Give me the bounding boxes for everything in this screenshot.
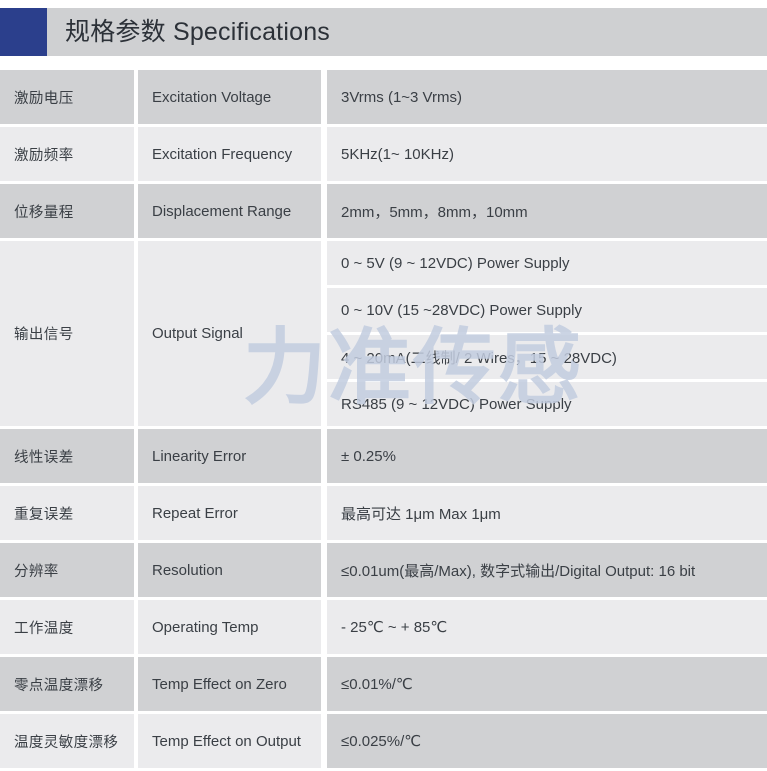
spec-value: 3Vrms (1~3 Vrms): [327, 70, 767, 124]
spec-label-en: Temp Effect on Zero: [138, 657, 321, 711]
spec-value: 4 ~ 20mA(二线制/ 2 Wires，15 ~ 28VDC): [327, 335, 767, 379]
spec-label-en: Displacement Range: [138, 184, 321, 238]
spec-value: ≤0.025%/℃: [327, 714, 767, 768]
spec-label-en: Repeat Error: [138, 486, 321, 540]
table-row: 工作温度 Operating Temp - 25℃ ~ + 85℃: [0, 600, 767, 654]
spec-value: RS485 (9 ~ 12VDC) Power Supply: [327, 382, 767, 426]
spec-label-cn: 激励频率: [0, 127, 134, 181]
table-row: 激励频率 Excitation Frequency 5KHz(1~ 10KHz): [0, 127, 767, 181]
table-row: 重复误差 Repeat Error 最高可达 1μm Max 1μm: [0, 486, 767, 540]
spec-label-en: Excitation Voltage: [138, 70, 321, 124]
table-row: 位移量程 Displacement Range 2mm，5mm，8mm，10mm: [0, 184, 767, 238]
spec-value: 5KHz(1~ 10KHz): [327, 127, 767, 181]
spec-label-cn: 线性误差: [0, 429, 134, 483]
spec-value: 2mm，5mm，8mm，10mm: [327, 184, 767, 238]
spec-label-en: Temp Effect on Output: [138, 714, 321, 768]
spec-value: 0 ~ 10V (15 ~28VDC) Power Supply: [327, 288, 767, 332]
spec-label-cn: 分辨率: [0, 543, 134, 597]
specifications-table: 激励电压 Excitation Voltage 3Vrms (1~3 Vrms)…: [0, 70, 767, 771]
table-row: 线性误差 Linearity Error ± 0.25%: [0, 429, 767, 483]
spec-label-en: Output Signal: [138, 241, 321, 426]
spec-value: ≤0.01um(最高/Max), 数字式输出/Digital Output: 1…: [327, 543, 767, 597]
spec-label-en: Operating Temp: [138, 600, 321, 654]
spec-label-cn: 零点温度漂移: [0, 657, 134, 711]
table-row: 零点温度漂移 Temp Effect on Zero ≤0.01%/℃: [0, 657, 767, 711]
table-row-output-signal: 输出信号 Output Signal 0 ~ 5V (9 ~ 12VDC) Po…: [0, 241, 767, 426]
output-signal-values: 0 ~ 5V (9 ~ 12VDC) Power Supply 0 ~ 10V …: [327, 241, 767, 426]
spec-label-en: Excitation Frequency: [138, 127, 321, 181]
header-accent-block: [0, 8, 47, 56]
table-row: 激励电压 Excitation Voltage 3Vrms (1~3 Vrms): [0, 70, 767, 124]
table-row: 分辨率 Resolution ≤0.01um(最高/Max), 数字式输出/Di…: [0, 543, 767, 597]
spec-value: ± 0.25%: [327, 429, 767, 483]
output-signal-labels: 输出信号 Output Signal: [0, 241, 321, 426]
spec-label-cn: 位移量程: [0, 184, 134, 238]
spec-label-cn: 工作温度: [0, 600, 134, 654]
spec-value: 0 ~ 5V (9 ~ 12VDC) Power Supply: [327, 241, 767, 285]
table-row: 温度灵敏度漂移 Temp Effect on Output ≤0.025%/℃: [0, 714, 767, 768]
spec-label-cn: 重复误差: [0, 486, 134, 540]
spec-value: - 25℃ ~ + 85℃: [327, 600, 767, 654]
spec-label-en: Resolution: [138, 543, 321, 597]
specifications-header: 规格参数 Specifications: [0, 8, 767, 56]
spec-value: 最高可达 1μm Max 1μm: [327, 486, 767, 540]
spec-value: ≤0.01%/℃: [327, 657, 767, 711]
spec-label-cn: 激励电压: [0, 70, 134, 124]
spec-label-cn: 输出信号: [0, 241, 134, 426]
spec-label-cn: 温度灵敏度漂移: [0, 714, 134, 768]
page-title: 规格参数 Specifications: [65, 17, 330, 46]
spec-label-en: Linearity Error: [138, 429, 321, 483]
